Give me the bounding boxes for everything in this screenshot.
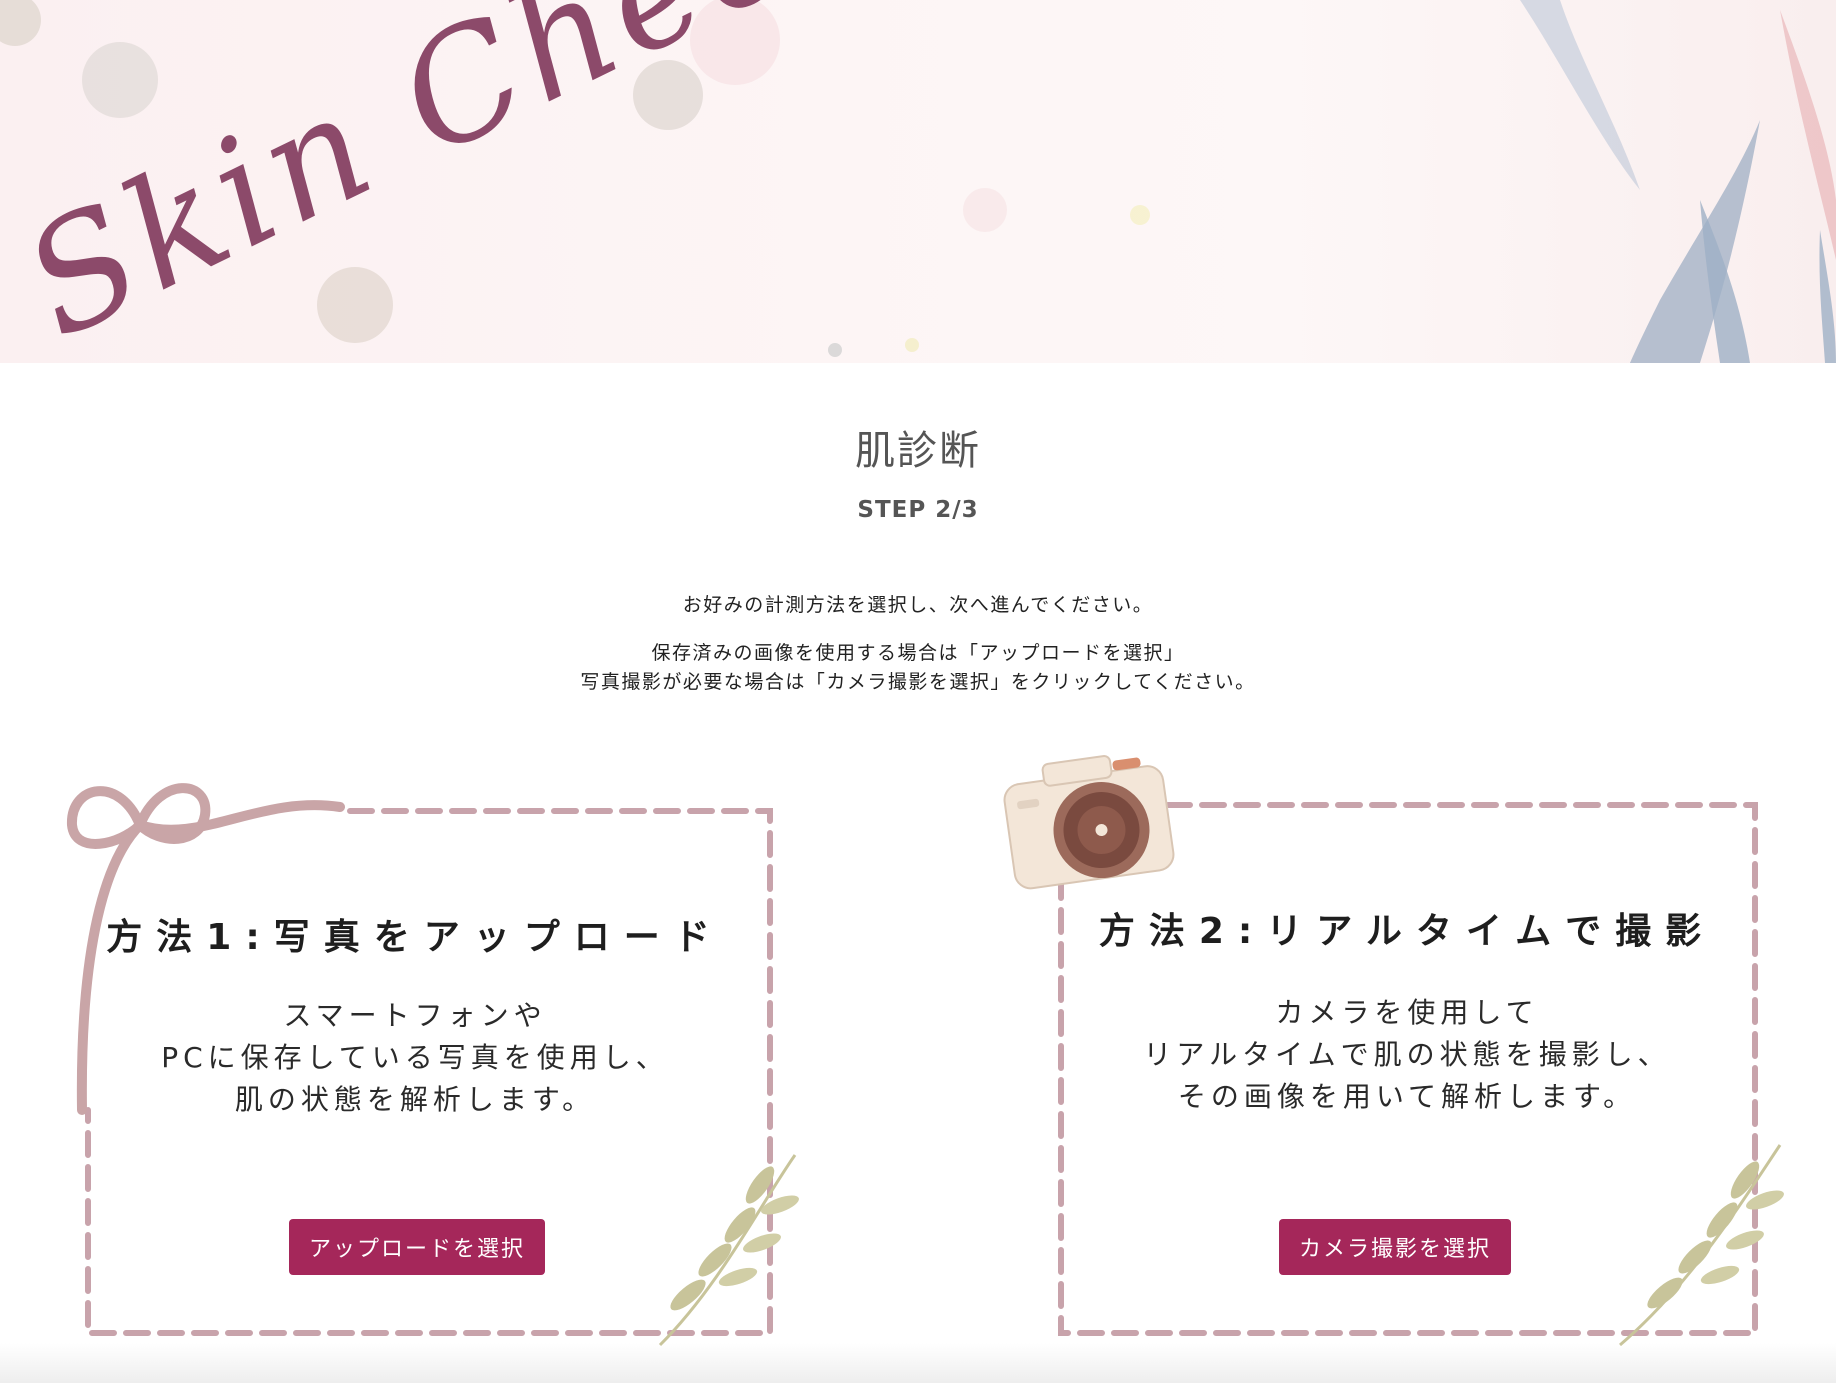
desc-line: カメラを使用して [1275, 996, 1539, 1029]
desc-line: その画像を用いて解析します。 [1177, 1080, 1637, 1113]
desc-line: リアルタイムで肌の状態を撮影し、 [1143, 1038, 1671, 1071]
leaf-shape [1819, 230, 1836, 363]
upload-select-button[interactable]: アップロードを選択 [289, 1219, 545, 1275]
hero-banner: Skin Check [0, 0, 1836, 363]
dot-blob [0, 0, 41, 46]
desc-line: PCに保存している写真を使用し、 [161, 1041, 669, 1074]
leaf-shape [1520, 0, 1640, 190]
leaf-branch-icon [1619, 1144, 1784, 1347]
camera-select-button[interactable]: カメラ撮影を選択 [1279, 1219, 1511, 1275]
method-2-title: 方法2:リアルタイムで撮影 [1098, 911, 1716, 952]
intro-line-3: 写真撮影が必要な場合は「カメラ撮影を選択」をクリックしてください。 [580, 671, 1256, 693]
bottom-shadow [0, 1343, 1836, 1383]
page-title: 肌診断 [855, 428, 981, 474]
method-1-description: スマートフォンや PCに保存している写真を使用し、 肌の状態を解析します。 [75, 995, 755, 1121]
intro-line-2: 保存済みの画像を使用する場合は「アップロードを選択」 [651, 642, 1185, 664]
desc-line: スマートフォンや [283, 999, 547, 1032]
hero-decoration: Skin Check [0, 0, 1836, 363]
method-2-description: カメラを使用して リアルタイムで肌の状態を撮影し、 その画像を用いて解析します。 [1062, 992, 1752, 1118]
dot-blob [828, 343, 842, 357]
camera-icon [1003, 755, 1175, 890]
leaf-shape [1780, 10, 1836, 260]
dot-blob [82, 42, 158, 118]
intro-line-1: お好みの計測方法を選択し、次へ進んでください。 [682, 594, 1154, 616]
method-1-title: 方法1:写真をアップロード [106, 917, 724, 958]
dot-blob [963, 188, 1007, 232]
dot-blob [1130, 205, 1150, 225]
desc-line: 肌の状態を解析します。 [234, 1083, 596, 1116]
step-indicator: STEP 2/3 [857, 497, 979, 523]
dot-blob [317, 267, 393, 343]
leaf-branch-icon [658, 1154, 799, 1347]
dot-blob [905, 338, 919, 352]
